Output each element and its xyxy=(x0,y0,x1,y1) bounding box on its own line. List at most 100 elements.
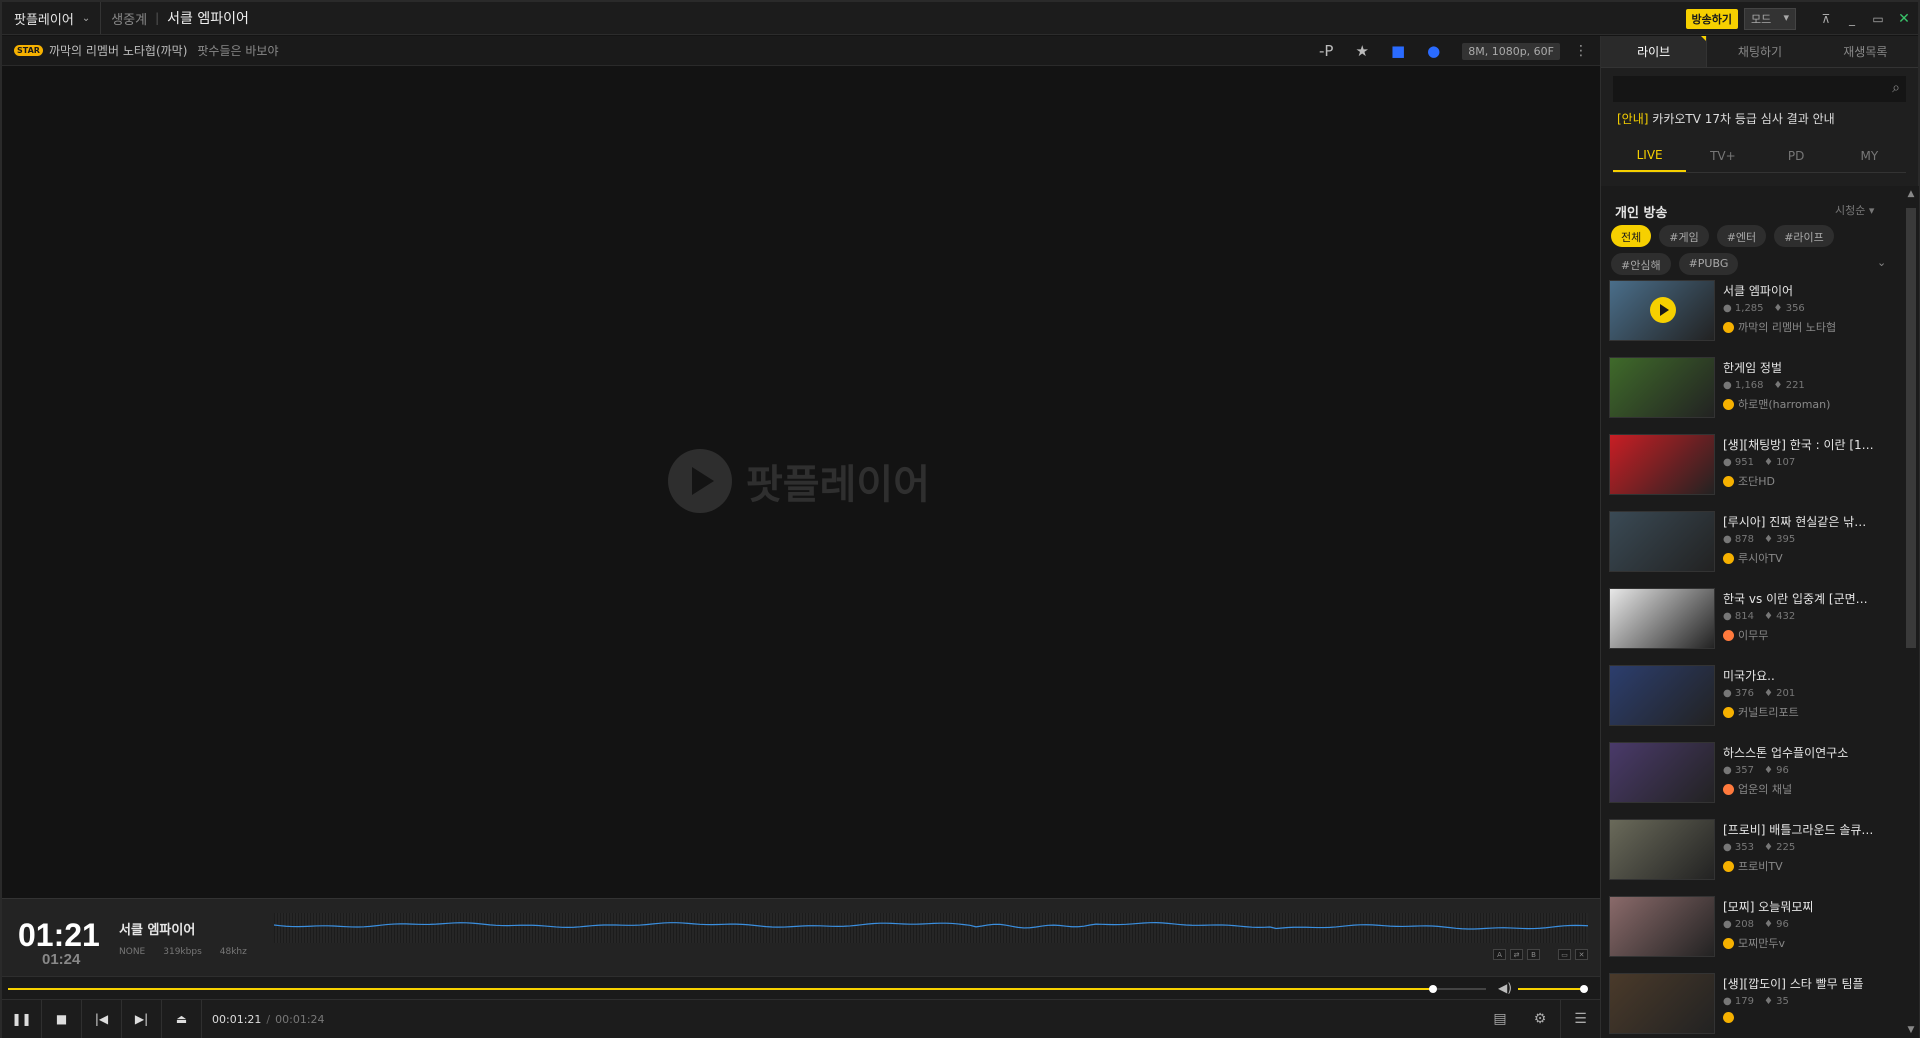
app-menu[interactable]: 팟플레이어 ⌄ xyxy=(2,2,102,34)
star-icon[interactable]: ★ xyxy=(1355,42,1368,60)
like-count: ♦ 35 xyxy=(1764,996,1789,1007)
volume-icon[interactable]: ◀) xyxy=(1498,981,1512,995)
tab-playlist[interactable]: 재생목록 xyxy=(1813,36,1918,67)
thumb-icon: ♦ xyxy=(1773,303,1786,314)
subtab-pd[interactable]: PD xyxy=(1760,139,1833,172)
like-count: ♦ 432 xyxy=(1764,611,1796,622)
list-item[interactable]: 하스스톤 업수플이연구소 ● 357 ♦ 96 업운의 채널 xyxy=(1609,742,1895,805)
volume-handle[interactable] xyxy=(1580,985,1588,993)
seek-handle[interactable] xyxy=(1429,985,1438,993)
broadcast-title[interactable]: 한게임 정벌 xyxy=(1723,359,1893,376)
broadcast-title[interactable]: [생][채팅방] 한국 : 이란 [1… xyxy=(1723,436,1893,453)
broadcast-thumbnail[interactable] xyxy=(1609,665,1715,726)
broadcast-thumbnail[interactable] xyxy=(1609,896,1715,957)
filter-chip-all[interactable]: 전체 xyxy=(1611,225,1652,247)
broadcast-thumbnail[interactable] xyxy=(1609,973,1715,1034)
scrollbar-thumb[interactable] xyxy=(1906,208,1916,648)
broadcast-title[interactable]: [프로비] 배틀그라운드 솔큐… xyxy=(1723,821,1893,838)
subtab-tvplus[interactable]: TV+ xyxy=(1686,139,1759,172)
search-input[interactable] xyxy=(1613,76,1906,102)
filter-chip-safe[interactable]: #안심해 xyxy=(1611,253,1671,275)
list-item[interactable]: [생][채팅방] 한국 : 이란 [1… ● 951 ♦ 107 조단HD xyxy=(1609,434,1895,497)
broadcast-thumbnail[interactable] xyxy=(1609,588,1715,649)
sort-select[interactable]: 시청순 ▾ xyxy=(1835,202,1874,218)
minimize-icon[interactable]: _ xyxy=(1842,9,1862,29)
close-icon[interactable]: ✕ xyxy=(1894,9,1914,29)
ab-repeat-a-button[interactable]: A xyxy=(1493,949,1506,960)
pin-icon[interactable]: ⊼ xyxy=(1816,9,1836,29)
broadcaster-name[interactable]: 까막의 리멤버 노타협(까막) xyxy=(49,42,187,59)
shuffle-icon[interactable]: ✕ xyxy=(1575,949,1588,960)
more-icon[interactable]: ⋮ xyxy=(1574,43,1588,59)
list-item[interactable]: [프로비] 배틀그라운드 솔큐… ● 353 ♦ 225 프로비TV xyxy=(1609,819,1895,882)
broadcast-title[interactable]: 한국 vs 이란 입중계 [군면… xyxy=(1723,590,1893,607)
stop-icon[interactable]: ■ xyxy=(42,1000,82,1038)
next-icon[interactable]: ▶| xyxy=(122,1000,162,1038)
track-meta: NONE 319kbps 48khz xyxy=(119,947,247,957)
settings-gear-icon[interactable]: ⚙ xyxy=(1520,1000,1560,1038)
chat-bubble-icon[interactable]: ● xyxy=(1427,42,1440,60)
pause-icon[interactable]: ❚❚ xyxy=(2,1000,42,1038)
list-item[interactable]: [생][깝도이] 스타 빨무 팀플 ● 179 ♦ 35 xyxy=(1609,973,1895,1036)
search-icon[interactable]: ⌕ xyxy=(1892,80,1900,96)
ab-repeat-b-button[interactable]: B xyxy=(1527,949,1540,960)
menu-icon[interactable]: ☰ xyxy=(1560,1000,1600,1038)
broadcast-thumbnail[interactable] xyxy=(1609,280,1715,341)
mode-select[interactable]: 모드 ▾ xyxy=(1744,7,1796,30)
broadcast-thumbnail[interactable] xyxy=(1609,434,1715,495)
seek-bar[interactable] xyxy=(8,985,1486,993)
filter-chip-pubg[interactable]: #PUBG xyxy=(1678,253,1739,275)
tab-chat[interactable]: 채팅하기 xyxy=(1707,36,1812,67)
broadcast-title[interactable]: 미국가요.. xyxy=(1723,667,1893,684)
screen-icon[interactable]: ▭ xyxy=(1558,949,1571,960)
gift-icon[interactable]: ■ xyxy=(1391,42,1405,60)
person-icon: ● xyxy=(1723,611,1735,622)
broadcast-title[interactable]: 하스스톤 업수플이연구소 xyxy=(1723,744,1893,761)
broadcast-thumbnail[interactable] xyxy=(1609,511,1715,572)
eject-icon[interactable]: ⏏ xyxy=(162,1000,202,1038)
broadcast-thumbnail[interactable] xyxy=(1609,742,1715,803)
broadcast-meta: [생][깝도이] 스타 빨무 팀플 ● 179 ♦ 35 xyxy=(1723,973,1893,1036)
broadcast-title[interactable]: [모찌] 오늘뭐모찌 xyxy=(1723,898,1893,915)
volume-slider[interactable] xyxy=(1518,985,1588,993)
current-time: 00:01:21 xyxy=(212,1012,262,1026)
broadcast-description: 팟수들은 바보야 xyxy=(197,44,279,58)
tab-live[interactable]: 라이브 xyxy=(1601,36,1708,67)
filter-chip-enter[interactable]: #엔터 xyxy=(1716,225,1767,247)
filter-chip-game[interactable]: #게임 xyxy=(1659,225,1709,247)
list-scrollbar[interactable]: ▲ ▼ xyxy=(1903,186,1919,1038)
broadcast-title[interactable]: [루시아] 진짜 현실같은 낚… xyxy=(1723,513,1893,530)
thumb-icon: ♦ xyxy=(1764,996,1777,1007)
subtab-live[interactable]: LIVE xyxy=(1613,139,1687,172)
playlist-panel-icon[interactable]: ▤ xyxy=(1480,1000,1520,1038)
list-item[interactable]: 미국가요.. ● 376 ♦ 201 커널트리포트 xyxy=(1609,665,1895,728)
breadcrumb-live[interactable]: 생중계 xyxy=(101,9,155,28)
filter-chip-life[interactable]: #라이프 xyxy=(1774,225,1834,247)
category-tabs: LIVE TV+ PD MY xyxy=(1613,139,1906,173)
list-item[interactable]: 서클 엠파이어 ● 1,285 ♦ 356 까막의 리멤버 노타협 xyxy=(1609,280,1895,343)
previous-icon[interactable]: |◀ xyxy=(82,1000,122,1038)
list-item[interactable]: [루시아] 진짜 현실같은 낚… ● 878 ♦ 395 루시아TV xyxy=(1609,511,1895,574)
broadcast-thumbnail[interactable] xyxy=(1609,819,1715,880)
quality-select[interactable]: 8M, 1080p, 60F xyxy=(1462,42,1560,60)
list-item[interactable]: 한국 vs 이란 입중계 [군면… ● 814 ♦ 432 이무무 xyxy=(1609,588,1895,651)
maximize-icon[interactable]: ▭ xyxy=(1868,9,1888,29)
viewer-count: ● 951 xyxy=(1723,457,1754,468)
scroll-down-icon[interactable]: ▼ xyxy=(1903,1022,1919,1038)
notice-banner[interactable]: [안내] 카카오TV 17차 등급 심사 결과 안내 xyxy=(1617,110,1918,127)
video-area[interactable]: 팟플레이어 xyxy=(2,66,1600,898)
owner-badge-icon xyxy=(1723,629,1734,641)
list-item[interactable]: [모찌] 오늘뭐모찌 ● 208 ♦ 96 모찌만두v xyxy=(1609,896,1895,959)
broadcast-button[interactable]: 방송하기 xyxy=(1685,8,1738,29)
repeat-icon[interactable]: ⇄ xyxy=(1510,949,1523,960)
broadcast-title[interactable]: 서클 엠파이어 xyxy=(1723,282,1893,299)
list-item[interactable]: 한게임 정벌 ● 1,168 ♦ 221 하로맨(harroman) xyxy=(1609,357,1895,420)
player-window: 팟플레이어 ⌄ 생중계 | 서클 엠파이어 방송하기 모드 ▾ ⊼ _ ▭ ✕ … xyxy=(0,0,1920,1038)
subtab-my[interactable]: MY xyxy=(1833,139,1906,172)
broadcast-title[interactable]: [생][깝도이] 스타 빨무 팀플 xyxy=(1723,975,1893,992)
potplayer-p-icon[interactable]: -P xyxy=(1319,42,1333,60)
expand-filters-icon[interactable]: ⌄ xyxy=(1877,256,1886,269)
broadcast-info-bar: STAR 까막의 리멤버 노타협(까막) 팟수들은 바보야 -P ★ ■ ● 8… xyxy=(2,36,1600,66)
broadcast-thumbnail[interactable] xyxy=(1609,357,1715,418)
scroll-up-icon[interactable]: ▲ xyxy=(1903,186,1919,202)
